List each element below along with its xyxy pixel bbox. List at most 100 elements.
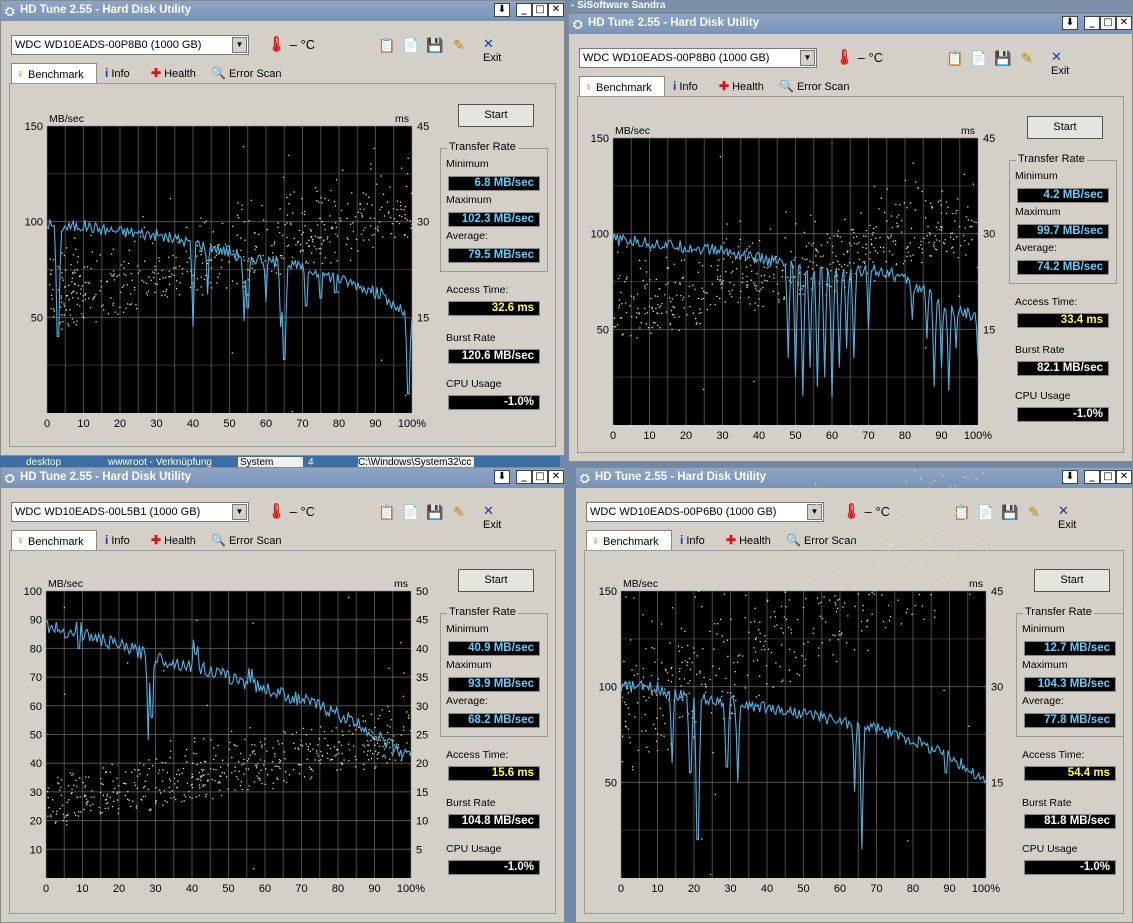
access-time-point xyxy=(70,264,72,266)
access-time-point xyxy=(940,212,943,214)
access-time-point xyxy=(699,308,701,310)
start-button[interactable]: Start xyxy=(1034,569,1110,592)
access-time-point xyxy=(769,228,772,230)
access-time-point xyxy=(57,776,59,779)
access-time-point xyxy=(363,768,365,770)
access-time-point xyxy=(830,270,832,272)
access-time-point xyxy=(368,759,370,761)
access-time-point xyxy=(858,258,860,260)
access-time-point xyxy=(214,780,216,782)
access-time-point xyxy=(719,278,721,281)
access-time-point xyxy=(904,260,906,262)
start-button[interactable]: Start xyxy=(458,104,534,127)
access-time-point xyxy=(842,567,845,570)
access-time-point xyxy=(61,328,63,330)
access-time-point xyxy=(392,208,395,210)
access-time-point xyxy=(317,744,319,746)
access-time-point xyxy=(191,786,194,789)
access-time-point xyxy=(804,259,806,261)
access-time-point xyxy=(680,294,682,297)
access-time-point xyxy=(905,562,908,564)
start-button[interactable]: Start xyxy=(458,569,534,592)
access-time-point xyxy=(711,283,713,285)
access-time-point xyxy=(817,602,820,605)
access-time-point xyxy=(613,326,615,328)
access-time-point xyxy=(661,302,663,305)
access-time-point xyxy=(143,226,145,229)
access-time-point xyxy=(302,250,304,252)
access-time-point xyxy=(241,788,243,791)
access-time-point xyxy=(205,793,208,795)
access-time-point xyxy=(143,787,145,789)
access-time-point xyxy=(238,217,240,219)
access-time-point xyxy=(284,223,286,226)
access-time-point xyxy=(400,167,403,169)
x-tick-label: 10 xyxy=(77,418,89,430)
access-time-point xyxy=(660,734,662,736)
access-time-point xyxy=(717,561,719,563)
access-time-point xyxy=(865,253,867,256)
access-time-point xyxy=(191,762,194,765)
access-time-point xyxy=(764,279,766,281)
access-time-point xyxy=(872,261,874,263)
access-time-point xyxy=(633,298,635,300)
access-time-point xyxy=(904,179,907,182)
access-time-point xyxy=(921,546,924,549)
access-time-point xyxy=(873,590,875,592)
access-time-point xyxy=(914,544,916,546)
access-time-point xyxy=(330,758,333,761)
access-time-point xyxy=(976,540,978,542)
access-time-point xyxy=(59,807,61,810)
access-time-point xyxy=(155,787,157,789)
access-time-point xyxy=(955,212,957,214)
access-time-point xyxy=(289,193,292,196)
access-time-point xyxy=(391,754,394,756)
access-time-point xyxy=(801,288,803,290)
access-time-point xyxy=(773,610,775,613)
access-time-point xyxy=(978,556,980,558)
access-time-point xyxy=(940,204,943,206)
access-time-point xyxy=(314,235,316,237)
y2-tick-label: 30 xyxy=(417,217,429,229)
start-button[interactable]: Start xyxy=(1027,116,1103,139)
access-time-point xyxy=(841,632,843,634)
access-time-point xyxy=(898,214,900,216)
access-time-point xyxy=(350,247,353,250)
access-time-point xyxy=(379,745,381,747)
access-time-point xyxy=(701,838,703,840)
access-time-point xyxy=(623,660,625,663)
access-time-point xyxy=(721,282,724,285)
access-time-point xyxy=(877,586,879,589)
access-time-point xyxy=(719,275,722,277)
access-time-point xyxy=(329,241,331,243)
access-time-point xyxy=(308,245,310,248)
access-time-point xyxy=(740,290,742,293)
access-time-point xyxy=(196,278,199,280)
access-time-point xyxy=(885,530,887,532)
access-time-point xyxy=(920,478,922,480)
access-time-point xyxy=(312,770,314,772)
access-time-point xyxy=(175,256,177,259)
access-time-point xyxy=(73,269,76,272)
x-tick-label: 40 xyxy=(186,883,198,895)
access-time-point xyxy=(308,766,311,768)
access-time-point xyxy=(79,796,81,798)
access-time-point xyxy=(199,776,202,779)
access-time-point xyxy=(117,808,120,810)
access-time-point xyxy=(260,769,262,771)
access-time-point xyxy=(709,303,712,306)
access-time-point xyxy=(83,808,85,810)
access-time-point xyxy=(243,256,245,258)
access-time-point xyxy=(645,699,647,702)
access-time-point xyxy=(162,290,164,293)
access-time-point xyxy=(66,814,69,817)
access-time-point xyxy=(803,578,806,580)
access-time-point xyxy=(781,276,783,278)
access-time-point xyxy=(760,288,762,290)
access-time-point xyxy=(50,814,52,816)
average-label: Average: xyxy=(446,695,488,707)
access-time-point xyxy=(373,147,375,150)
access-time-point xyxy=(938,557,940,560)
access-time-point xyxy=(925,539,927,541)
access-time-point xyxy=(239,784,242,787)
